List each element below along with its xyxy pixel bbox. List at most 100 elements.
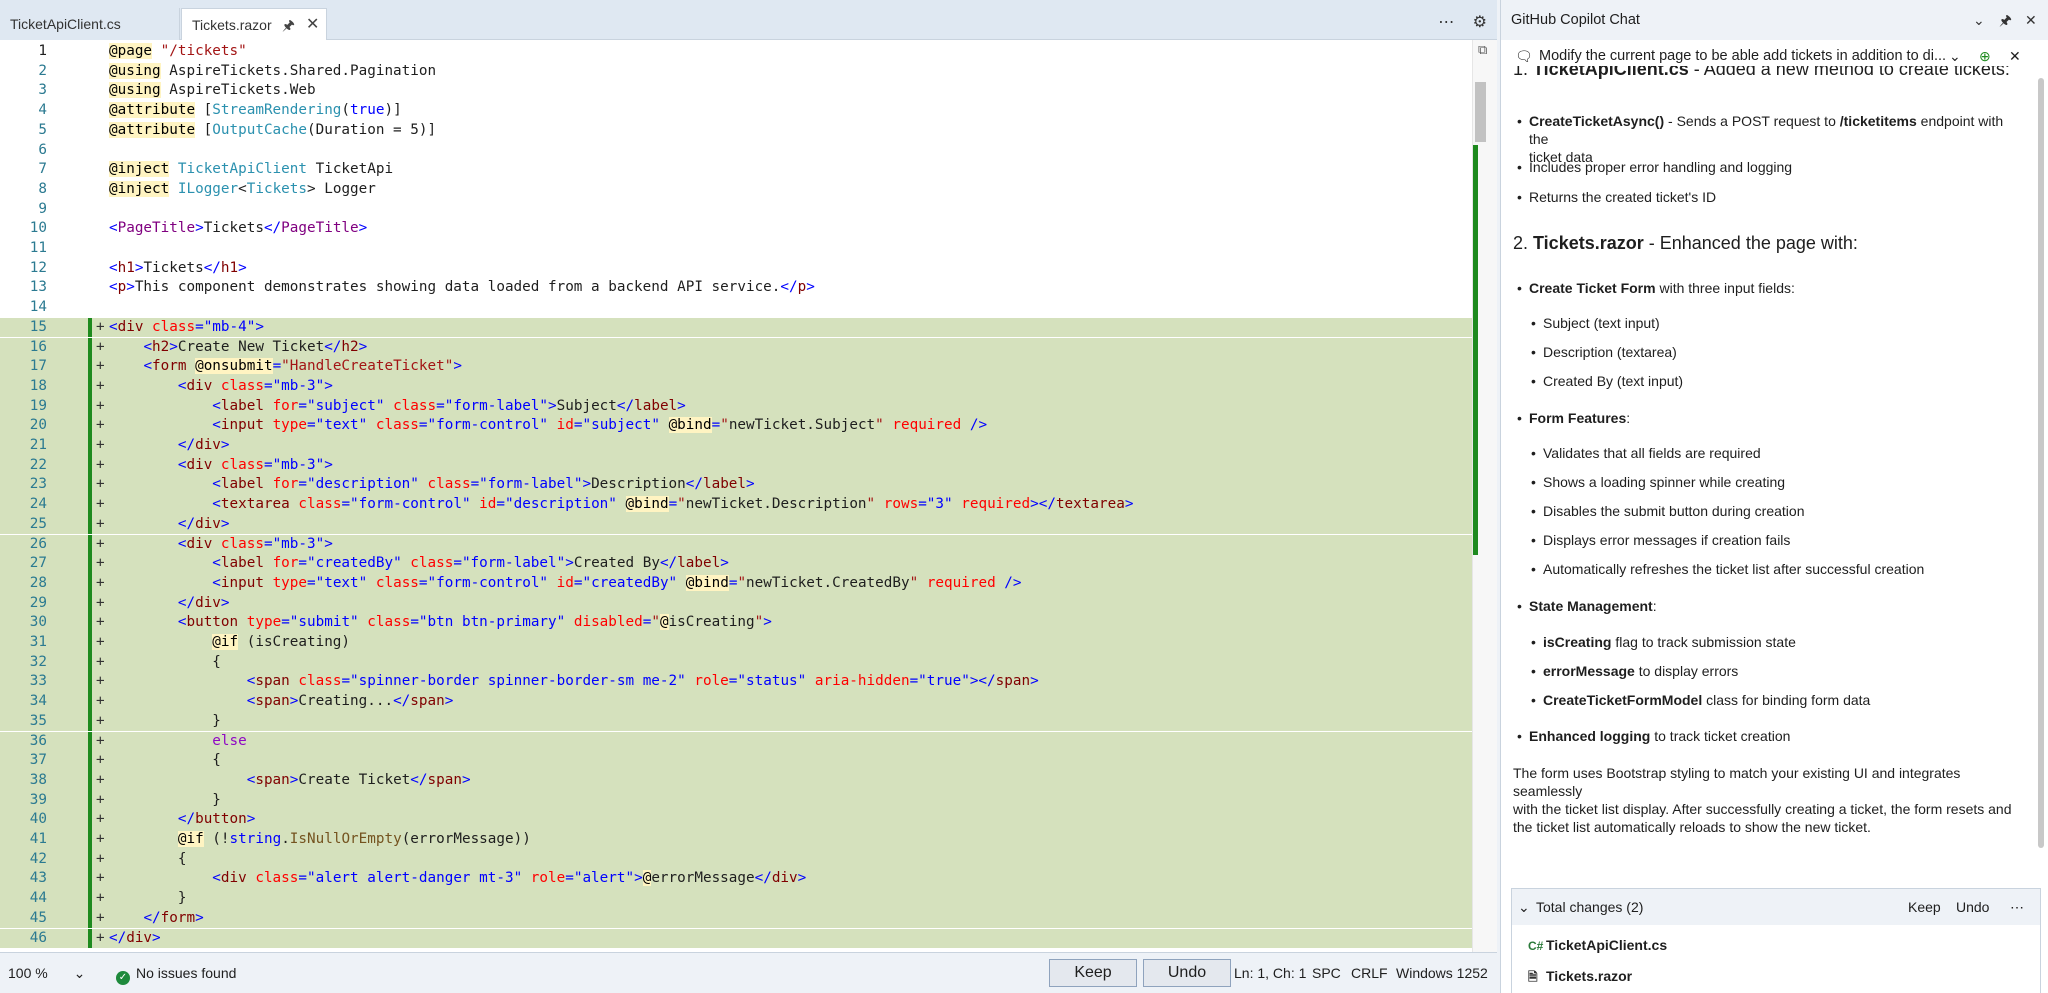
code-text: @inject ILogger<Tickets> Logger	[109, 180, 376, 197]
close-icon[interactable]: ✕	[2025, 0, 2037, 40]
more-icon[interactable]: ⋯	[2010, 889, 2024, 925]
code-line[interactable]: 12 <h1>Tickets</h1>	[0, 259, 1472, 279]
code-line[interactable]: 20 + <input type="text" class="form-contr…	[0, 416, 1472, 436]
code-line[interactable]: 28 + <input type="text" class="form-contr…	[0, 573, 1472, 594]
code-line[interactable]: 3 @using AspireTickets.Web	[0, 81, 1472, 101]
pin-icon[interactable]: 🖈	[1999, 0, 2012, 40]
code-line[interactable]: 11	[0, 239, 1472, 259]
issues-indicator[interactable]: ✓ No issues found	[116, 953, 236, 993]
zoom-selector[interactable]: 100 % ⌄	[8, 953, 85, 993]
code-line[interactable]: 1 @page "/tickets"	[0, 42, 1472, 62]
code-line[interactable]: 4 @attribute [StreamRendering(true)]	[0, 101, 1472, 121]
diff-plus: +	[96, 555, 105, 572]
line-number: 2	[38, 62, 47, 79]
cursor-position[interactable]: Ln: 1, Ch: 1	[1234, 953, 1306, 993]
code-line[interactable]: 36 + else	[0, 731, 1472, 752]
split-icon[interactable]: ⧉	[1478, 42, 1487, 58]
response-heading-1: 1. TicketApiClient.cs - Added a new meth…	[1513, 66, 2010, 79]
code-line[interactable]: 43 + <div class="alert alert-danger mt-3"…	[0, 869, 1472, 890]
code-text: @using AspireTickets.Web	[109, 82, 316, 99]
code-line[interactable]: 10 <PageTitle>Tickets</PageTitle>	[0, 219, 1472, 239]
vertical-scrollbar[interactable]: ⧉	[1472, 40, 1497, 952]
tab-ticketapiclient[interactable]: TicketApiClient.cs	[0, 8, 180, 40]
code-text: @attribute [StreamRendering(true)]	[109, 102, 402, 119]
tab-bar-actions: ⋯ ⚙	[1424, 12, 1487, 32]
code-line[interactable]: 9	[0, 200, 1472, 220]
code-text: @attribute [OutputCache(Duration = 5)]	[109, 121, 437, 138]
code-text: <PageTitle>Tickets</PageTitle>	[109, 220, 368, 237]
code-text: @inject TicketApiClient TicketApi	[109, 161, 394, 178]
code-line[interactable]: 17 + <form @onsubmit="HandleCreateTicket"…	[0, 357, 1472, 377]
line-number: 9	[38, 200, 47, 217]
code-line[interactable]: 16 + <h2>Create New Ticket</h2>	[0, 337, 1472, 358]
code-line[interactable]: 15 + <div class="mb-4">	[0, 317, 1472, 338]
code-area[interactable]: 1 @page "/tickets" 2 @using AspireTickets.S…	[0, 40, 1472, 952]
keep-all-button[interactable]: Keep	[1908, 889, 1941, 925]
changed-file-item[interactable]: C# TicketApiClient.cs	[1528, 937, 1667, 953]
code-line[interactable]: 18 + <div class="mb-3">	[0, 376, 1472, 397]
code-line[interactable]: 32 + {	[0, 652, 1472, 673]
file-encoding[interactable]: Windows 1252	[1396, 953, 1488, 993]
line-number: 22	[29, 456, 47, 473]
code-line[interactable]: 22 + <div class="mb-3">	[0, 455, 1472, 476]
undo-all-button[interactable]: Undo	[1956, 889, 1989, 925]
code-line[interactable]: 38 + <span>Create Ticket</span>	[0, 770, 1472, 791]
code-line[interactable]: 14	[0, 298, 1472, 318]
line-number: 45	[29, 909, 47, 926]
close-icon[interactable]: ✕	[306, 9, 319, 41]
pin-icon[interactable]: 🖈	[282, 9, 295, 41]
undo-button[interactable]: Undo	[1143, 959, 1231, 987]
code-line[interactable]: 44 + }	[0, 889, 1472, 909]
line-number: 12	[29, 259, 47, 276]
code-line[interactable]: 21 + </div>	[0, 436, 1472, 456]
gear-icon[interactable]: ⚙	[1473, 14, 1487, 31]
code-line[interactable]: 41 + @if (!string.IsNullOrEmpty(errorMess…	[0, 830, 1472, 850]
code-text: else	[212, 732, 247, 749]
code-line[interactable]: 35 + }	[0, 711, 1472, 732]
chat-scrollbar[interactable]	[2037, 74, 2046, 854]
code-line[interactable]: 40 + </button>	[0, 810, 1472, 830]
code-line[interactable]: 7 @inject TicketApiClient TicketApi	[0, 160, 1472, 180]
code-line[interactable]: 46 + </div>	[0, 928, 1472, 949]
code-text: <button type="submit" class="btn btn-pri…	[177, 614, 772, 631]
line-number: 33	[29, 673, 47, 690]
code-line[interactable]: 6	[0, 141, 1472, 161]
code-line[interactable]: 37 + {	[0, 751, 1472, 771]
code-line[interactable]: 27 + <label for="createdBy" class="form-l…	[0, 554, 1472, 574]
code-line[interactable]: 31 + @if (isCreating)	[0, 633, 1472, 653]
code-line[interactable]: 23 + <label for="description" class="form…	[0, 475, 1472, 496]
code-line[interactable]: 2 @using AspireTickets.Shared.Pagination	[0, 62, 1472, 82]
chevron-down-icon[interactable]: ⌄	[1518, 889, 1530, 925]
code-line[interactable]: 26 + <div class="mb-3">	[0, 534, 1472, 555]
code-line[interactable]: 19 + <label for="subject" class="form-lab…	[0, 396, 1472, 417]
code-line[interactable]: 8 @inject ILogger<Tickets> Logger	[0, 180, 1472, 200]
chat-header: GitHub Copilot Chat ⌄ 🖈 ✕	[1501, 0, 2048, 40]
code-line[interactable]: 33 + <span class="spinner-border spinner-…	[0, 672, 1472, 693]
added-line-marker	[88, 672, 92, 693]
scrollbar-thumb[interactable]	[1475, 82, 1486, 142]
line-ending[interactable]: CRLF	[1351, 953, 1388, 993]
chevron-down-icon[interactable]: ⌄	[1973, 0, 1985, 40]
scrollbar-thumb[interactable]	[2038, 78, 2044, 848]
diff-plus: +	[96, 358, 105, 375]
code-line[interactable]: 25 + </div>	[0, 514, 1472, 535]
code-line[interactable]: 13 <p>This component demonstrates showing…	[0, 278, 1472, 298]
tab-tickets-razor[interactable]: Tickets.razor 🖈 ✕	[181, 8, 327, 40]
code-line[interactable]: 42 + {	[0, 849, 1472, 870]
code-line[interactable]: 34 + <span>Creating...</span>	[0, 692, 1472, 712]
code-line[interactable]: 29 + </div>	[0, 593, 1472, 614]
whitespace-mode[interactable]: SPC	[1312, 953, 1341, 993]
line-number: 40	[29, 811, 47, 828]
more-icon[interactable]: ⋯	[1438, 14, 1454, 31]
keep-button[interactable]: Keep	[1049, 959, 1137, 987]
changed-file-item[interactable]: 🗎 Tickets.razor	[1528, 968, 1632, 989]
code-line[interactable]: 24 + <textarea class="form-control" id="d…	[0, 495, 1472, 515]
code-line[interactable]: 45 + </form>	[0, 908, 1472, 929]
line-number: 15	[29, 318, 47, 335]
list-item: • Disables the submit button during creat…	[1531, 503, 1805, 519]
line-number: 3	[38, 82, 47, 99]
code-line[interactable]: 39 + }	[0, 790, 1472, 811]
code-line[interactable]: 5 @attribute [OutputCache(Duration = 5)]	[0, 121, 1472, 141]
code-text: <h1>Tickets</h1>	[109, 259, 247, 276]
code-line[interactable]: 30 + <button type="submit" class="btn btn…	[0, 613, 1472, 633]
